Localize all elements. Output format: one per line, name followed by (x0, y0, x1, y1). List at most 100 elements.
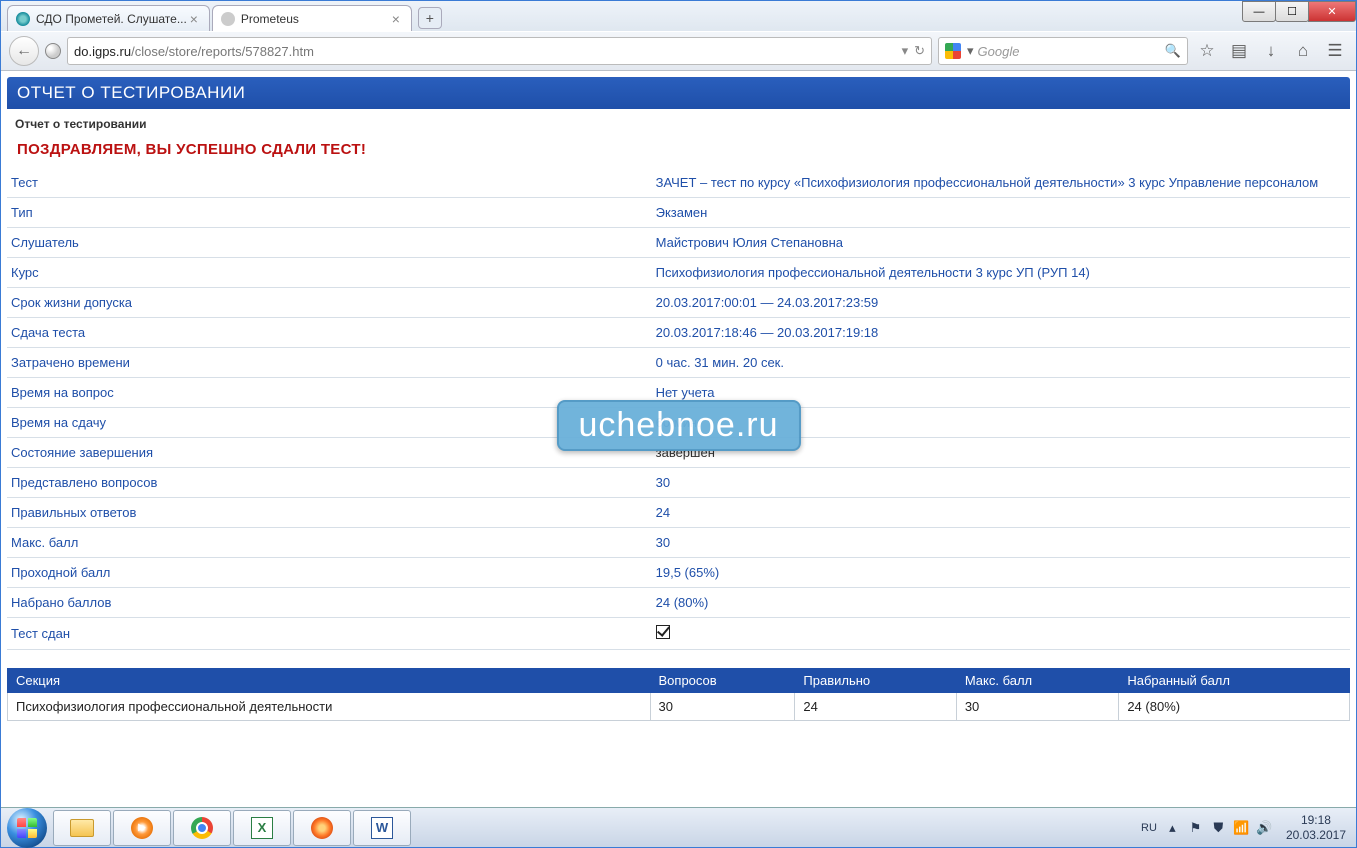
language-indicator[interactable]: RU (1141, 822, 1157, 834)
volume-icon[interactable]: 🔊 (1257, 820, 1272, 835)
info-label: Состояние завершения (7, 438, 652, 468)
info-value: 20.03.2017:18:46 — 20.03.2017:19:18 (652, 318, 1350, 348)
info-value: 60 мин. (652, 408, 1350, 438)
clock-date: 20.03.2017 (1286, 828, 1346, 842)
info-value: Нет учета (652, 378, 1350, 408)
url-path: /close/store/reports/578827.htm (131, 44, 314, 59)
taskbar: ▶ X W RU ▴ ⚑ ⛊ 📶 🔊 19:18 20.03.2017 (1, 807, 1356, 847)
search-bar[interactable]: ▾ Google 🔍 (938, 37, 1188, 65)
search-icon[interactable]: 🔍 (1165, 43, 1181, 59)
clock-time: 19:18 (1286, 813, 1346, 827)
google-icon (945, 43, 961, 59)
media-player-icon: ▶ (131, 817, 153, 839)
home-icon[interactable]: ⌂ (1290, 38, 1316, 64)
firefox-icon (311, 817, 333, 839)
info-row: Макс. балл30 (7, 528, 1350, 558)
info-row: Состояние завершениязавершен (7, 438, 1350, 468)
taskbar-firefox[interactable] (293, 810, 351, 846)
info-label: Сдача теста (7, 318, 652, 348)
info-label: Время на сдачу (7, 408, 652, 438)
section-cell: 24 (80%) (1119, 693, 1350, 721)
info-row: Проходной балл19,5 (65%) (7, 558, 1350, 588)
info-row: ТестЗАЧЕТ – тест по курсу «Психофизиолог… (7, 168, 1350, 198)
info-row: Тест сдан (7, 618, 1350, 650)
reading-list-icon[interactable]: ▤ (1226, 38, 1252, 64)
page-title: ОТЧЕТ О ТЕСТИРОВАНИИ (7, 77, 1350, 109)
info-value: 24 (80%) (652, 588, 1350, 618)
reload-icon[interactable]: ↻ (914, 43, 925, 59)
info-value: завершен (652, 438, 1350, 468)
dropdown-icon[interactable]: ▾ (902, 43, 909, 59)
url-bar[interactable]: do.igps.ru/close/store/reports/578827.ht… (67, 37, 932, 65)
info-label: Слушатель (7, 228, 652, 258)
info-value (652, 618, 1350, 650)
excel-icon: X (251, 817, 273, 839)
info-value: Майстрович Юлия Степановна (652, 228, 1350, 258)
info-label: Время на вопрос (7, 378, 652, 408)
globe-icon (45, 43, 61, 59)
info-label: Затрачено времени (7, 348, 652, 378)
close-icon[interactable]: × (389, 12, 403, 26)
back-button[interactable]: ← (9, 36, 39, 66)
info-label: Тест сдан (7, 618, 652, 650)
info-label: Курс (7, 258, 652, 288)
folder-icon (70, 819, 94, 837)
section-cell: Психофизиология профессиональной деятель… (8, 693, 651, 721)
info-label: Представлено вопросов (7, 468, 652, 498)
clock[interactable]: 19:18 20.03.2017 (1286, 813, 1346, 842)
info-value: 30 (652, 468, 1350, 498)
congrats-message: ПОЗДРАВЛЯЕМ, ВЫ УСПЕШНО СДАЛИ ТЕСТ! (7, 135, 1350, 168)
info-row: Сдача теста20.03.2017:18:46 — 20.03.2017… (7, 318, 1350, 348)
network-icon[interactable]: 📶 (1234, 820, 1249, 835)
section-header: Секция (8, 669, 651, 693)
info-value: Экзамен (652, 198, 1350, 228)
section-cell: 30 (956, 693, 1119, 721)
taskbar-word[interactable]: W (353, 810, 411, 846)
info-row: Время на вопросНет учета (7, 378, 1350, 408)
section-header: Макс. балл (956, 669, 1119, 693)
tab-title: СДО Прометей. Слушате... (36, 12, 187, 26)
flag-icon[interactable]: ⚑ (1188, 820, 1203, 835)
taskbar-excel[interactable]: X (233, 810, 291, 846)
downloads-icon[interactable]: ↓ (1258, 38, 1284, 64)
tray-arrow-icon[interactable]: ▴ (1165, 820, 1180, 835)
info-value: 24 (652, 498, 1350, 528)
section-header: Набранный балл (1119, 669, 1350, 693)
maximize-button[interactable]: ☐ (1275, 1, 1309, 22)
section-table: СекцияВопросовПравильноМакс. баллНабранн… (7, 668, 1350, 721)
info-value: 20.03.2017:00:01 — 24.03.2017:23:59 (652, 288, 1350, 318)
favicon-icon (16, 12, 30, 26)
taskbar-media-player[interactable]: ▶ (113, 810, 171, 846)
taskbar-explorer[interactable] (53, 810, 111, 846)
start-button[interactable] (7, 808, 47, 848)
info-row: ТипЭкзамен (7, 198, 1350, 228)
info-value: 19,5 (65%) (652, 558, 1350, 588)
info-label: Проходной балл (7, 558, 652, 588)
checkmark-icon (656, 625, 670, 639)
section-header: Правильно (795, 669, 956, 693)
info-label: Набрано баллов (7, 588, 652, 618)
info-value: 0 час. 31 мин. 20 сек. (652, 348, 1350, 378)
info-value: ЗАЧЕТ – тест по курсу «Психофизиология п… (652, 168, 1350, 198)
new-tab-button[interactable]: + (418, 7, 442, 29)
close-icon[interactable]: × (187, 12, 201, 26)
section-cell: 30 (650, 693, 795, 721)
info-row: Правильных ответов24 (7, 498, 1350, 528)
nav-toolbar: ← do.igps.ru/close/store/reports/578827.… (1, 31, 1356, 71)
browser-tab[interactable]: СДО Прометей. Слушате... × (7, 5, 210, 31)
info-row: Представлено вопросов30 (7, 468, 1350, 498)
info-row: Набрано баллов24 (80%) (7, 588, 1350, 618)
system-tray: RU ▴ ⚑ ⛊ 📶 🔊 19:18 20.03.2017 (1141, 813, 1350, 842)
taskbar-chrome[interactable] (173, 810, 231, 846)
browser-tab-active[interactable]: Prometeus × (212, 5, 412, 31)
section-title: Отчет о тестировании (7, 113, 1350, 135)
page-content: ОТЧЕТ О ТЕСТИРОВАНИИ Отчет о тестировани… (1, 71, 1356, 807)
info-label: Правильных ответов (7, 498, 652, 528)
menu-icon[interactable]: ☰ (1322, 38, 1348, 64)
window-close-button[interactable]: ✕ (1308, 1, 1356, 22)
minimize-button[interactable]: — (1242, 1, 1276, 22)
section-cell: 24 (795, 693, 956, 721)
info-value: Психофизиология профессиональной деятель… (652, 258, 1350, 288)
bookmark-icon[interactable]: ☆ (1194, 38, 1220, 64)
security-icon[interactable]: ⛊ (1211, 820, 1226, 835)
